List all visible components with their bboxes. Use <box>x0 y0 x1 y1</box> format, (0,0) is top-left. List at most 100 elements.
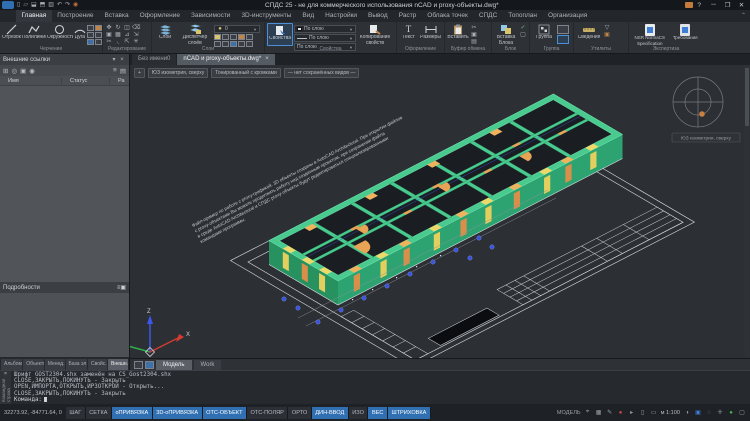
ucs-icon[interactable]: Z X <box>130 309 190 357</box>
polyline-button[interactable]: Полилиния <box>22 23 46 46</box>
layers-button[interactable]: Слои <box>154 23 176 46</box>
new-file-icon[interactable]: ▯ <box>17 1 20 9</box>
app-logo-icon[interactable] <box>2 1 14 9</box>
mini-tool-icon[interactable] <box>87 32 94 38</box>
color-combo[interactable]: По слою ▼ <box>294 25 356 33</box>
mini-tool-icon[interactable] <box>95 39 102 45</box>
save-all-icon[interactable]: ⬒ <box>40 1 46 9</box>
toggle-iso[interactable]: ИЗО <box>349 407 369 419</box>
pin-icon[interactable]: ▾ <box>110 56 118 63</box>
layer-manager-button[interactable]: Диспетчер слоёв <box>177 23 213 46</box>
ribbon-tab-vyvod[interactable]: Вывод <box>363 10 394 22</box>
tab-properties[interactable]: Свойс... <box>88 359 107 370</box>
mini-tool-icon[interactable] <box>87 25 94 31</box>
view-compass[interactable]: ЮЗ изометрия, сверху <box>672 77 740 142</box>
viewport-visual-style-control[interactable]: Тонированный с кромками <box>211 68 281 78</box>
toggle-otrack[interactable]: ОТС-ОБЪЕКТ <box>203 407 247 419</box>
ribbon-tab-zavisimosti[interactable]: Зависимости <box>185 10 235 22</box>
quick-select-icon[interactable]: ▣ <box>603 32 611 38</box>
tab-albums[interactable]: Альбомы <box>1 359 22 370</box>
fillet-icon[interactable]: ◟ <box>114 39 122 45</box>
requirements-button[interactable]: Требования <box>669 23 701 46</box>
block-edit-icon[interactable]: ▢ <box>519 32 527 38</box>
toggle-dyn-input[interactable]: ДИН-ВВОД <box>312 407 349 419</box>
paint-icon[interactable]: ◑ <box>683 410 691 416</box>
nsr-normacs-button[interactable]: NSR NormaCS Specification <box>631 23 668 46</box>
group-button[interactable]: Группа <box>532 23 556 46</box>
toggle-polar[interactable]: ОТС-ПОЛЯР <box>247 407 288 419</box>
toggle-lineweight[interactable]: ВЕС <box>368 407 388 419</box>
scale-indicator[interactable]: м 1:100 <box>661 410 680 416</box>
record-icon[interactable]: ● <box>617 410 625 416</box>
measure-button[interactable]: Сведения <box>576 23 602 46</box>
insert-block-button[interactable]: Вставка Блока <box>494 23 518 46</box>
layer-combo[interactable]: ● 0 ▼ <box>214 25 260 33</box>
ribbon-collapse-icon[interactable]: ⌃ <box>741 10 746 22</box>
column-name[interactable]: Имя <box>0 78 62 84</box>
ribbon-tab-vstavka[interactable]: Вставка <box>99 10 134 22</box>
command-history[interactable]: Шрифт GOST2304.shx заменён на CS_Gost230… <box>11 371 750 404</box>
maximize-button[interactable]: ❐ <box>721 1 734 9</box>
tree-view-icon[interactable]: ▤ <box>120 67 126 75</box>
rotate-icon[interactable]: ↻ <box>114 25 122 31</box>
dimension-button[interactable]: Размеры <box>419 23 442 46</box>
layer-plot-icon[interactable] <box>246 34 253 40</box>
refresh-icon[interactable]: ◉ <box>29 67 35 75</box>
ruler-icon[interactable]: ▭ <box>650 409 658 416</box>
linetype-combo[interactable]: По слою ▼ <box>294 34 356 42</box>
drawing-view[interactable]: ЮЗ изометрия, сверху Z X <box>130 65 750 358</box>
column-status[interactable]: Статус <box>62 78 110 84</box>
ribbon-tab-oformlenie[interactable]: Оформление <box>134 10 185 22</box>
ribbon-tab-topoplan[interactable]: Топоплан <box>503 10 543 22</box>
ribbon-tab-nastroyki[interactable]: Настройки <box>320 10 363 22</box>
filter-icon[interactable]: ▽ <box>603 25 611 31</box>
building-model[interactable] <box>269 94 623 305</box>
zoom-window-icon[interactable]: ▣ <box>694 409 702 416</box>
pan-icon[interactable]: ✛ <box>716 409 724 416</box>
trim-icon[interactable]: ✂ <box>105 39 113 45</box>
ungroup-icon[interactable] <box>557 25 569 34</box>
mirror-icon[interactable]: ◫ <box>123 25 131 31</box>
tab-external-refs[interactable]: Внешн... <box>108 359 128 370</box>
toggle-3d-osnap[interactable]: 3D-оПРИВЯЗКА <box>153 407 203 419</box>
paste-button[interactable]: Вставить <box>447 23 469 46</box>
canvas-scrollbar[interactable] <box>745 65 750 358</box>
document-tab-unnamed[interactable]: Без имени0 <box>132 54 176 65</box>
layout-tab-model[interactable]: Модель <box>156 360 192 370</box>
circle-button[interactable]: Окружность <box>47 23 73 46</box>
cursor-icon[interactable]: ▸ <box>628 409 636 416</box>
status-ok-icon[interactable]: ● <box>727 410 735 416</box>
attach-pdf-icon[interactable]: ▣ <box>20 67 26 75</box>
layer-lock-icon[interactable] <box>230 34 237 40</box>
copy-base-icon[interactable]: ▤ <box>470 39 478 45</box>
tab-objects[interactable]: Объекты <box>23 359 44 370</box>
grid-display-icon[interactable]: ▦ <box>595 409 603 416</box>
close-palette-icon[interactable]: × <box>118 57 126 63</box>
redo-icon[interactable]: ↷ <box>65 1 70 9</box>
cut-icon[interactable]: ✂ <box>470 25 478 31</box>
command-close-icon[interactable]: × <box>4 371 7 378</box>
viewport-expand-control[interactable]: + <box>134 68 145 78</box>
details-grid-icon[interactable]: ▣ <box>120 284 126 291</box>
ribbon-tab-vid[interactable]: Вид <box>297 10 320 22</box>
group-edit-icon[interactable] <box>557 35 569 44</box>
mini-tool-icon[interactable] <box>95 25 102 31</box>
close-button[interactable]: ✕ <box>735 1 748 9</box>
list-view-icon[interactable]: ≡ <box>113 67 117 74</box>
viewport-saved-views-control[interactable]: — нет сохранённых видов — <box>284 68 360 78</box>
minimize-button[interactable]: ─ <box>707 1 720 9</box>
xref-list[interactable] <box>0 86 129 282</box>
erase-icon[interactable]: ⌫ <box>132 25 140 31</box>
offset-icon[interactable]: ⊿ <box>123 32 131 38</box>
copy-clip-icon[interactable]: ▣ <box>470 32 478 38</box>
print-icon[interactable]: ▥ <box>48 1 54 9</box>
attach-image-icon[interactable]: ◎ <box>11 67 17 75</box>
layer-freeze-icon[interactable] <box>222 34 229 40</box>
properties-button[interactable]: Свойства <box>267 23 293 46</box>
array-icon[interactable]: ▦ <box>114 32 122 38</box>
annotation-icon[interactable]: ✎ <box>606 409 614 416</box>
toggle-snap[interactable]: ШАГ <box>66 407 86 419</box>
tab-manager[interactable]: Менед... <box>45 359 65 370</box>
save-icon[interactable]: ⬓ <box>31 1 37 9</box>
layout-list-icon[interactable] <box>134 361 143 369</box>
